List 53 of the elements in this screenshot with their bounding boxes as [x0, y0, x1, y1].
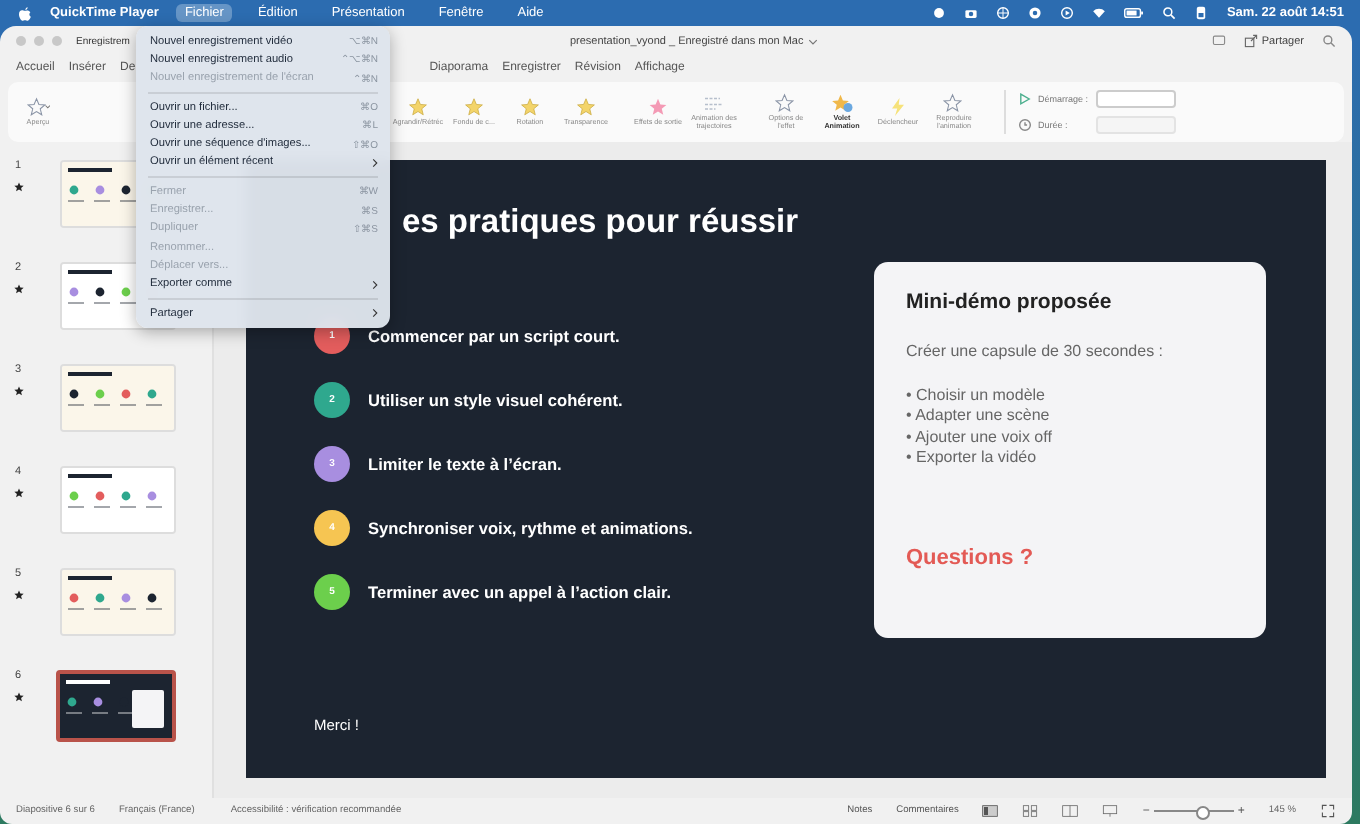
star-icon	[574, 96, 598, 119]
fit-icon[interactable]	[1320, 804, 1336, 818]
bullet-item: • Exporter la vidéo	[906, 448, 1039, 470]
star-icon	[646, 96, 670, 119]
slide-thumbnail[interactable]	[56, 670, 176, 742]
bullet-item: • Choisir un modèle	[906, 386, 1047, 407]
wifi-icon[interactable]	[1092, 6, 1107, 20]
path-icon	[702, 92, 726, 115]
caret-icon[interactable]	[807, 37, 818, 45]
chevron-icon	[372, 279, 378, 290]
star-icon	[13, 284, 23, 294]
camera-icon[interactable]	[964, 6, 979, 20]
star-icon	[13, 386, 23, 396]
star-icon	[13, 692, 23, 702]
step-text: Synchroniser voix, rythme et animations.	[368, 518, 693, 538]
reading-view-icon[interactable]	[1062, 804, 1079, 818]
star-icon	[13, 590, 23, 600]
question-text: Questions ?	[906, 546, 1036, 570]
step-text: Terminer avec un appel à l’action clair.	[368, 582, 672, 602]
normal-view-icon[interactable]	[982, 804, 999, 818]
comment-icon[interactable]	[1211, 34, 1226, 48]
slideshow-icon[interactable]	[1102, 804, 1119, 818]
bullet-item: • Adapter une scène	[906, 406, 1052, 428]
clock-icon	[1018, 118, 1032, 132]
slide-title: es pratiques pour réussir	[402, 204, 801, 242]
star-icon	[462, 96, 486, 119]
star-icon	[774, 92, 798, 115]
play-icon	[1018, 92, 1032, 106]
start-field[interactable]	[1096, 90, 1176, 108]
step-text: Commencer par un script court.	[368, 326, 620, 346]
battery-icon[interactable]	[1124, 6, 1145, 20]
apple-icon[interactable]	[18, 5, 32, 21]
star-icon	[26, 96, 50, 119]
share-icon	[1243, 34, 1258, 48]
step-text: Limiter le texte à l’écran.	[368, 454, 562, 474]
star-icon	[830, 92, 854, 115]
star-icon	[406, 96, 430, 119]
grid-view-icon[interactable]	[1022, 804, 1039, 818]
star-icon	[13, 182, 23, 192]
record-icon[interactable]	[932, 6, 947, 20]
chevron-icon	[372, 308, 378, 318]
step-text: Utiliser un style visuel cohérent.	[368, 390, 623, 410]
play-icon[interactable]	[1060, 6, 1075, 20]
star-icon	[942, 92, 966, 115]
bullet-item: • Ajouter une voix off	[906, 427, 1054, 449]
star-icon	[13, 488, 23, 498]
globe-icon[interactable]	[996, 6, 1011, 20]
card-title: Mini-démo proposée	[906, 290, 1114, 314]
search-icon[interactable]	[1322, 34, 1336, 48]
card-text: Créer une capsule de 30 secondes :	[906, 342, 1166, 360]
star-icon	[518, 96, 542, 119]
zoom-thumb[interactable]	[1196, 805, 1211, 820]
chevron-icon	[372, 157, 378, 168]
